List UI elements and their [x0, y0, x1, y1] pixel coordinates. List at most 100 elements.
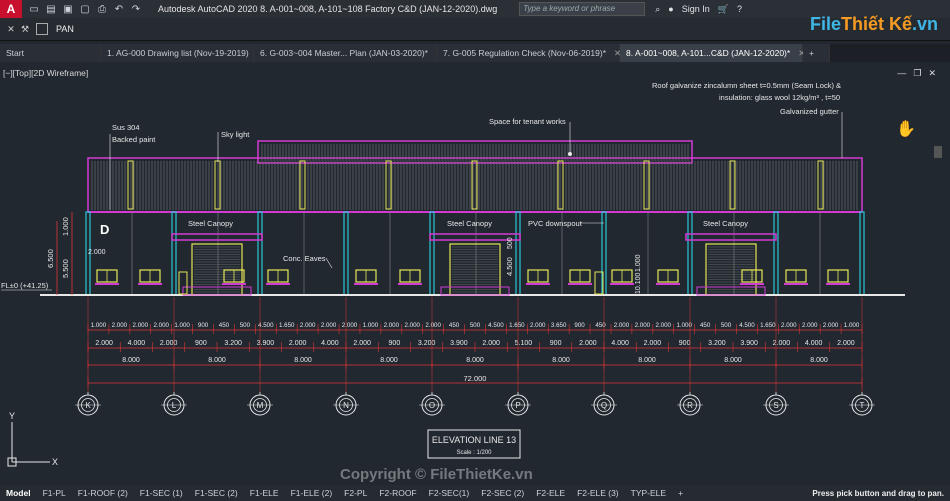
vdim-1000b: 1.000	[635, 254, 642, 272]
dim-label: 8.000	[380, 357, 398, 364]
column	[257, 211, 263, 296]
note-canopy-2: Steel Canopy	[447, 219, 492, 228]
scrollbar-thumb[interactable]	[934, 146, 942, 158]
dim-label: 5.100	[515, 340, 533, 347]
command-text[interactable]: PAN	[56, 24, 74, 34]
note-skylight: Sky light	[221, 130, 250, 139]
binoculars-icon[interactable]: ⌕	[655, 4, 660, 15]
svg-text:X: X	[52, 457, 58, 467]
canopies	[171, 233, 777, 296]
dim-label: 450	[219, 322, 230, 329]
grid-label: R	[687, 401, 693, 410]
window-sill	[740, 283, 764, 285]
dim-label: 900	[679, 340, 691, 347]
dim-label: 2.000	[482, 340, 500, 347]
layout-tab[interactable]: F2-ELE	[530, 488, 571, 498]
dim-label: 1.000	[844, 322, 860, 329]
roof-downpipe	[299, 160, 306, 210]
user-icon[interactable]: ●	[668, 4, 673, 14]
window-sill	[354, 283, 378, 285]
window-sill	[826, 283, 850, 285]
undo-icon[interactable]: ↶	[113, 4, 125, 15]
tab-master-plan[interactable]: 6. G-003~004 Master... Plan (JAN-03-2020…	[254, 44, 443, 62]
cart-icon[interactable]: 🛒	[718, 4, 729, 15]
window-sill	[610, 283, 634, 285]
print-icon[interactable]: ⎙	[96, 4, 108, 15]
dim-label: 3.200	[224, 340, 242, 347]
dim-label: 4.000	[805, 340, 823, 347]
tab-start[interactable]: Start	[0, 44, 101, 62]
note-canopy-3: Steel Canopy	[703, 219, 748, 228]
note-gutter: Galvanized gutter	[780, 107, 839, 116]
window-sill	[222, 283, 246, 285]
note-canopy-1: Steel Canopy	[188, 219, 233, 228]
search-input[interactable]: Type a keyword or phrase	[519, 2, 646, 16]
column	[859, 211, 865, 296]
vdim-1000: 1.000	[61, 217, 70, 236]
note-tenant: Space for tenant works	[489, 117, 566, 126]
layout-tab[interactable]: F1-ELE (2)	[285, 488, 339, 498]
signin-link[interactable]: Sign In	[682, 4, 710, 14]
tab-regulation-check[interactable]: 7. G-005 Regulation Check (Nov-06-2019)*…	[437, 44, 621, 62]
dim-label: 2.000	[95, 340, 113, 347]
layout-tab[interactable]: F1-SEC (1)	[134, 488, 189, 498]
layout-tab[interactable]: F2-ROOF	[373, 488, 422, 498]
dim-label: 4.000	[321, 340, 339, 347]
dim-label: 8.000	[208, 357, 226, 364]
dim-label: 2.000	[289, 340, 307, 347]
pan-hand-icon: ✋	[896, 119, 916, 138]
new-tab-button[interactable]: +	[803, 44, 830, 62]
roof-downpipe	[643, 160, 650, 210]
column	[343, 211, 349, 296]
dim-label: 450	[449, 322, 460, 329]
elevation-scale: Scale : 1/200	[456, 450, 492, 456]
dim-label: 2.000	[342, 322, 358, 329]
brand-logo: FileThiết Kế.vn	[809, 14, 938, 34]
ucs-icon: Y X	[7, 411, 58, 467]
wrench-icon[interactable]: ⚒	[18, 24, 32, 35]
redo-icon[interactable]: ↷	[130, 4, 142, 15]
dim-label: 500	[470, 322, 481, 329]
vdim-2000: 2.000	[88, 249, 106, 256]
layout-tab[interactable]: TYP-ELE	[625, 488, 672, 498]
layout-tab[interactable]: F2-ELE (3)	[571, 488, 625, 498]
dim-label: 8.000	[724, 357, 742, 364]
column	[171, 211, 177, 296]
help-icon[interactable]: ?	[737, 4, 742, 14]
grid-label: L	[172, 401, 177, 410]
dim-label: 4.500	[739, 322, 755, 329]
grid-label: Q	[601, 401, 607, 410]
window-sill	[568, 283, 592, 285]
save-as-icon[interactable]: ▢	[79, 4, 91, 15]
layout-tab[interactable]: F2-SEC (2)	[475, 488, 530, 498]
dim-label: 2.000	[823, 322, 839, 329]
grid-label: S	[773, 401, 778, 410]
layout-tab[interactable]: F2-PL	[338, 488, 373, 498]
vdim-4500: 4.500	[505, 257, 514, 276]
layout-tab[interactable]: F1-SEC (2)	[189, 488, 244, 498]
window-sill	[95, 283, 119, 285]
layout-tabs: Model F1-PL F1-ROOF (2) F1-SEC (1) F1-SE…	[0, 485, 950, 501]
column	[515, 211, 521, 296]
add-layout-button[interactable]: +	[672, 488, 689, 498]
dim-label: 2.000	[837, 340, 855, 347]
close-icon[interactable]: ✕	[4, 24, 18, 35]
save-icon[interactable]: ▣	[62, 4, 74, 15]
vdim-5500: 5.500	[61, 259, 70, 278]
tab-factory-cd[interactable]: 8. A-001~008, A-101...C&D (JAN-12-2020)*…	[620, 44, 805, 62]
window-sill	[526, 283, 550, 285]
layout-tab[interactable]: F1-ROOF (2)	[72, 488, 134, 498]
drawing-canvas[interactable]: 1.000 2.000 2.000 2.000 1.000 900 450 500 4.500 1…	[0, 62, 950, 482]
grid-label: N	[343, 401, 349, 410]
layout-tab[interactable]: F1-PL	[37, 488, 72, 498]
tab-drawing-list[interactable]: 1. AG-000 Drawing list (Nov-19-2019)✕	[101, 44, 264, 62]
dim-label: 2.000	[133, 322, 149, 329]
note-pvc: PVC downspout	[528, 219, 583, 228]
new-file-icon[interactable]: ▭	[28, 4, 40, 15]
autocad-logo[interactable]: A	[0, 0, 22, 18]
layout-tab[interactable]: F2-SEC(1)	[423, 488, 476, 498]
grid-bubbles: K L M N O P Q R S T	[75, 392, 875, 416]
layout-tab-model[interactable]: Model	[0, 488, 37, 498]
open-folder-icon[interactable]: ▤	[45, 4, 57, 15]
layout-tab[interactable]: F1-ELE	[244, 488, 285, 498]
